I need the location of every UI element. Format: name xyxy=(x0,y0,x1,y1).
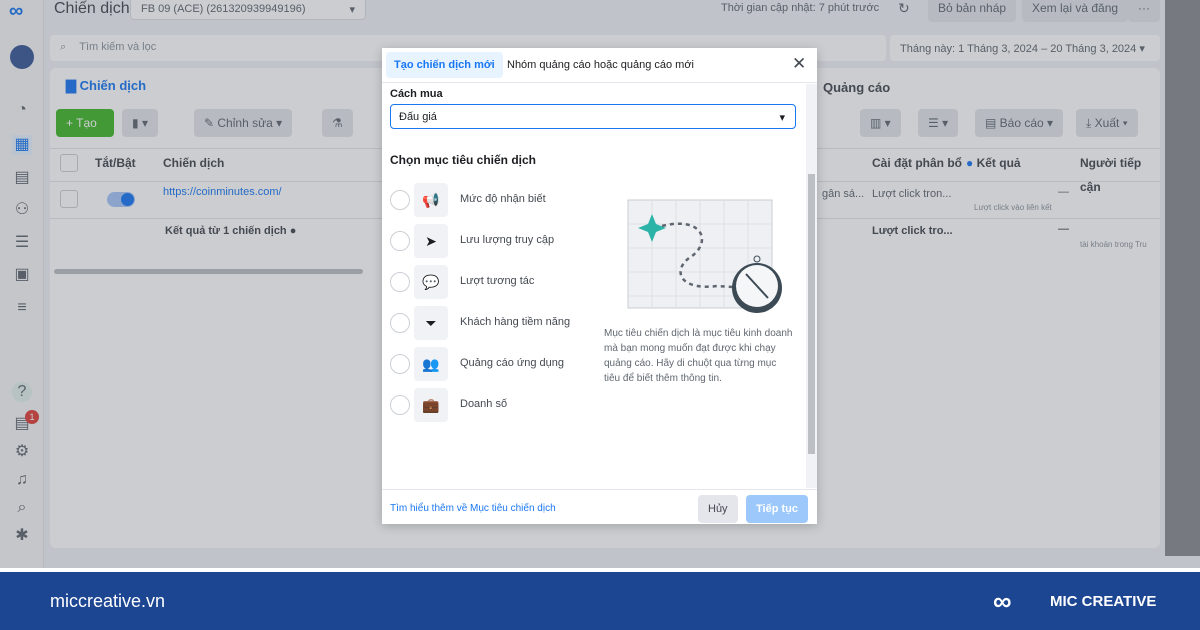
cancel-button[interactable]: Hủy xyxy=(698,495,738,523)
objective-radio[interactable] xyxy=(390,272,410,292)
brand-footer: miccreative.vn ∞ MIC CREATIVE xyxy=(0,572,1200,630)
buying-type-label: Cách mua xyxy=(390,88,443,100)
brand-name: MIC CREATIVE xyxy=(1050,593,1157,610)
divider xyxy=(382,489,817,490)
objective-radio[interactable] xyxy=(390,231,410,251)
objective-label: Doanh số xyxy=(460,398,508,410)
objective-label: Lưu lượng truy cập xyxy=(460,234,555,246)
people-icon: 👥 xyxy=(414,347,448,381)
cursor-icon: ➤ xyxy=(414,224,448,258)
chat-icon: 💬 xyxy=(414,265,448,299)
objective-title: Chọn mục tiêu chiến dịch xyxy=(390,153,537,167)
buying-type-value: Đấu giá xyxy=(399,111,437,123)
create-campaign-dialog: Tạo chiến dịch mới Nhóm quảng cáo hoặc q… xyxy=(382,48,817,524)
continue-button[interactable]: Tiếp tục xyxy=(746,495,808,523)
objective-label: Quảng cáo ứng dụng xyxy=(460,357,565,369)
objective-option[interactable]: 📢 Mức độ nhận biết xyxy=(388,183,588,217)
learn-more-link[interactable]: Tìm hiểu thêm về Mục tiêu chiến dịch xyxy=(390,503,556,514)
site-url: miccreative.vn xyxy=(50,591,166,611)
objective-label: Lượt tương tác xyxy=(460,275,535,287)
objective-radio[interactable] xyxy=(390,354,410,374)
objective-label: Khách hàng tiềm năng xyxy=(460,316,571,328)
objective-radio[interactable] xyxy=(390,313,410,333)
objective-radio[interactable] xyxy=(390,190,410,210)
objective-label: Mức độ nhận biết xyxy=(460,193,546,205)
briefcase-icon: 💼 xyxy=(414,388,448,422)
objective-radio[interactable] xyxy=(390,395,410,415)
modal-scrollbar[interactable] xyxy=(806,84,817,488)
objective-option[interactable]: ➤ Lưu lượng truy cập xyxy=(388,224,588,258)
tab-new-adset[interactable]: Nhóm quảng cáo hoặc quảng cáo mới xyxy=(507,59,694,71)
divider xyxy=(382,82,817,83)
tab-new-campaign[interactable]: Tạo chiến dịch mới xyxy=(386,52,503,78)
map-compass-illustration xyxy=(627,199,782,313)
funnel-icon: ⏷ xyxy=(414,306,448,340)
close-icon[interactable]: ✕ xyxy=(792,54,806,74)
mic-creative-logo: ∞ xyxy=(993,586,1012,616)
megaphone-icon: 📢 xyxy=(414,183,448,217)
buying-type-select[interactable]: Đấu giá ▾ xyxy=(390,104,796,129)
objective-option[interactable]: ⏷ Khách hàng tiềm năng xyxy=(388,306,588,340)
caret-down-icon: ▾ xyxy=(779,112,785,124)
objective-option[interactable]: 💼 Doanh số xyxy=(388,388,588,422)
objective-option[interactable]: 💬 Lượt tương tác xyxy=(388,265,588,299)
objective-option[interactable]: 👥 Quảng cáo ứng dụng xyxy=(388,347,588,381)
objective-description: Mục tiêu chiến dịch là mục tiêu kinh doa… xyxy=(604,328,793,384)
